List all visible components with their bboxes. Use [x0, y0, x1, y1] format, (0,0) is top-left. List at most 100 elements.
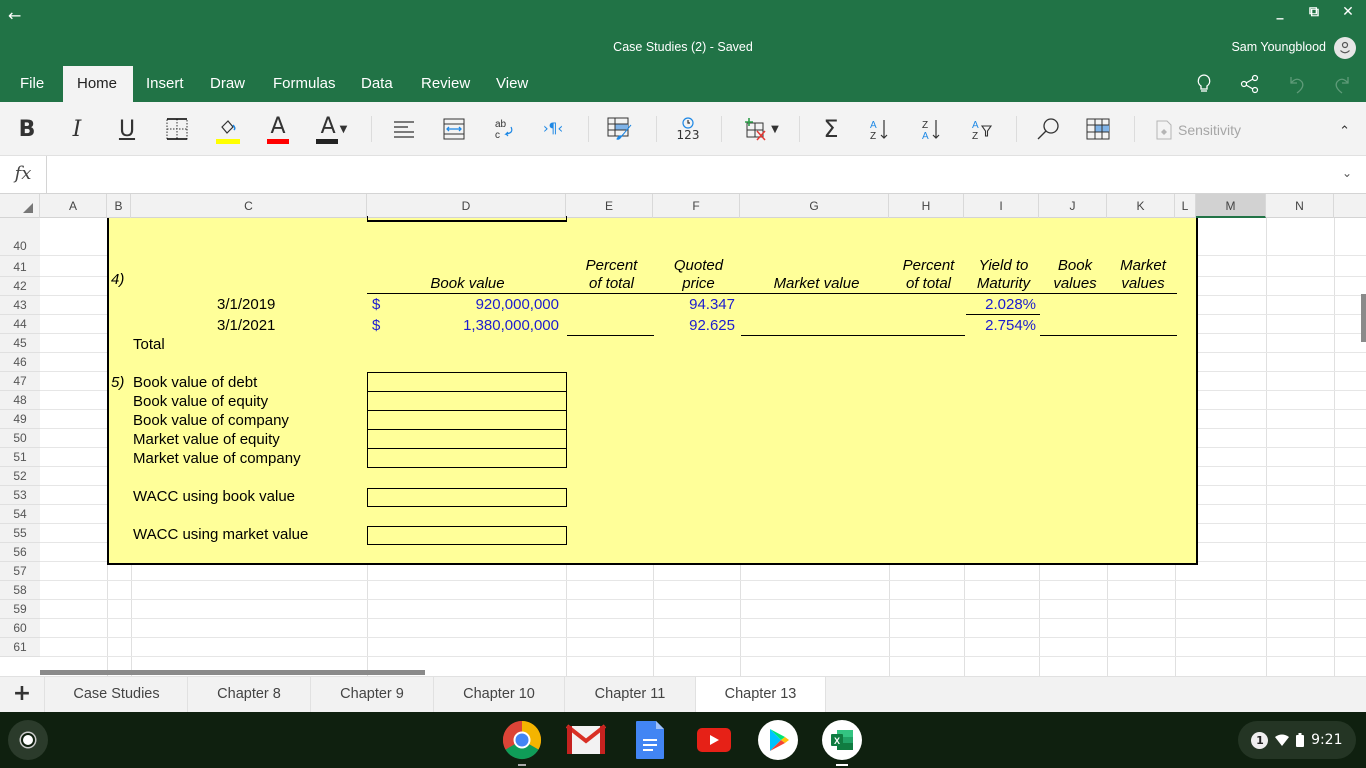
row-header-41[interactable]: 41: [0, 256, 40, 277]
collapse-ribbon-icon[interactable]: ⌃: [1339, 124, 1350, 139]
tab-home[interactable]: Home: [63, 66, 133, 102]
excel-app-icon[interactable]: X: [822, 720, 862, 766]
row-header-59[interactable]: 59: [0, 600, 40, 619]
underline-button[interactable]: U: [114, 114, 140, 144]
back-arrow-icon[interactable]: ←: [8, 6, 21, 25]
bond-2-quoted-price[interactable]: 92.625: [655, 317, 735, 334]
row-header-54[interactable]: 54: [0, 505, 40, 524]
tab-data[interactable]: Data: [347, 66, 407, 102]
row-header-46[interactable]: 46: [0, 353, 40, 372]
row-header-47[interactable]: 47: [0, 372, 40, 391]
fill-color-button[interactable]: [214, 114, 242, 144]
horizontal-scrollbar[interactable]: [40, 670, 425, 675]
column-header-n[interactable]: N: [1266, 194, 1334, 218]
redo-icon[interactable]: [1332, 74, 1352, 99]
sort-descending-button[interactable]: ZA: [918, 114, 944, 144]
column-header-h[interactable]: H: [889, 194, 964, 218]
column-header-l[interactable]: L: [1175, 194, 1196, 218]
formula-input[interactable]: [48, 156, 1328, 193]
column-header-f[interactable]: F: [653, 194, 740, 218]
user-name[interactable]: Sam Youngblood: [1231, 40, 1326, 54]
row-header-58[interactable]: 58: [0, 581, 40, 600]
section-5-item-input[interactable]: [367, 391, 567, 411]
tab-view[interactable]: View: [482, 66, 542, 102]
row-header-45[interactable]: 45: [0, 334, 40, 353]
sheet-tab-chapter-11[interactable]: Chapter 11: [565, 677, 696, 713]
launcher-button[interactable]: [8, 720, 48, 760]
youtube-app-icon[interactable]: [694, 720, 734, 760]
section-5-item-input[interactable]: [367, 448, 567, 468]
column-header-g[interactable]: G: [740, 194, 889, 218]
row-header-56[interactable]: 56: [0, 543, 40, 562]
column-header-m[interactable]: M: [1196, 194, 1266, 218]
merge-button[interactable]: [441, 114, 467, 144]
gmail-app-icon[interactable]: [566, 720, 606, 760]
status-tray[interactable]: 1 9:21: [1238, 721, 1356, 759]
close-button[interactable]: ✕: [1340, 4, 1356, 20]
undo-icon[interactable]: [1287, 74, 1307, 99]
bond-1-ytm[interactable]: 2.028%: [966, 296, 1036, 313]
italic-button[interactable]: I: [64, 114, 90, 144]
tab-formulas[interactable]: Formulas: [259, 66, 350, 102]
restore-button[interactable]: ⧉: [1306, 4, 1322, 20]
spreadsheet-grid[interactable]: A B C D E F G H I J K L M N 40 41 42 43 44 45…: [0, 194, 1366, 676]
select-all-button[interactable]: [0, 194, 40, 218]
freeze-panes-button[interactable]: [1085, 114, 1111, 144]
align-button[interactable]: [391, 114, 417, 144]
number-format-button[interactable]: 123: [674, 114, 702, 144]
row-header-55[interactable]: 55: [0, 524, 40, 543]
sheet-tab-chapter-9[interactable]: Chapter 9: [311, 677, 434, 713]
row-header-60[interactable]: 60: [0, 619, 40, 638]
bond-2-book-value[interactable]: 1,380,000,000: [369, 317, 559, 334]
sensitivity-button[interactable]: Sensitivity: [1156, 120, 1241, 140]
play-store-app-icon[interactable]: [758, 720, 798, 760]
bold-button[interactable]: B: [14, 114, 40, 144]
font-format-button[interactable]: A ▼: [314, 114, 354, 144]
wacc-book-input[interactable]: [367, 488, 567, 507]
docs-app-icon[interactable]: [630, 720, 670, 760]
chrome-app-icon[interactable]: [502, 720, 542, 766]
section-5-item-input[interactable]: [367, 372, 567, 392]
tab-insert[interactable]: Insert: [132, 66, 198, 102]
sort-ascending-button[interactable]: AZ: [866, 114, 892, 144]
row-header-42[interactable]: 42: [0, 277, 40, 296]
lightbulb-icon[interactable]: [1196, 74, 1212, 99]
borders-button[interactable]: [164, 114, 190, 144]
wrap-text-button[interactable]: ab c: [491, 114, 517, 144]
format-as-table-button[interactable]: [606, 114, 634, 144]
row-header-52[interactable]: 52: [0, 467, 40, 486]
row-header-40[interactable]: 40: [0, 218, 40, 256]
text-direction-button[interactable]: ›¶‹: [540, 114, 566, 144]
wacc-market-input[interactable]: [367, 526, 567, 545]
add-sheet-button[interactable]: +: [0, 677, 45, 713]
section-5-item-input[interactable]: [367, 429, 567, 449]
row-header-51[interactable]: 51: [0, 448, 40, 467]
avatar[interactable]: [1334, 37, 1356, 59]
autosum-button[interactable]: Σ: [818, 114, 844, 144]
fx-icon[interactable]: fx: [0, 156, 47, 194]
row-header-48[interactable]: 48: [0, 391, 40, 410]
sheet-tab-chapter-13[interactable]: Chapter 13: [696, 677, 826, 713]
vertical-scrollbar[interactable]: [1361, 294, 1366, 342]
sheet-tab-chapter-8[interactable]: Chapter 8: [188, 677, 311, 713]
row-header-43[interactable]: 43: [0, 296, 40, 315]
expand-formula-bar-icon[interactable]: ⌄: [1342, 166, 1352, 180]
column-header-a[interactable]: A: [40, 194, 107, 218]
bond-1-quoted-price[interactable]: 94.347: [655, 296, 735, 313]
column-header-k[interactable]: K: [1107, 194, 1175, 218]
tab-review[interactable]: Review: [407, 66, 484, 102]
column-header-e[interactable]: E: [566, 194, 653, 218]
minimize-button[interactable]: _: [1272, 4, 1288, 20]
input-box[interactable]: [367, 216, 567, 222]
tab-file[interactable]: File: [6, 66, 58, 102]
share-icon[interactable]: [1240, 74, 1260, 99]
sheet-tab-chapter-10[interactable]: Chapter 10: [434, 677, 565, 713]
column-header-d[interactable]: D: [367, 194, 566, 218]
row-header-49[interactable]: 49: [0, 410, 40, 429]
column-header-b[interactable]: B: [107, 194, 131, 218]
find-button[interactable]: [1034, 114, 1062, 144]
column-header-c[interactable]: C: [131, 194, 367, 218]
filter-button[interactable]: AZ: [968, 114, 994, 144]
section-5-item-input[interactable]: [367, 410, 567, 430]
row-header-53[interactable]: 53: [0, 486, 40, 505]
